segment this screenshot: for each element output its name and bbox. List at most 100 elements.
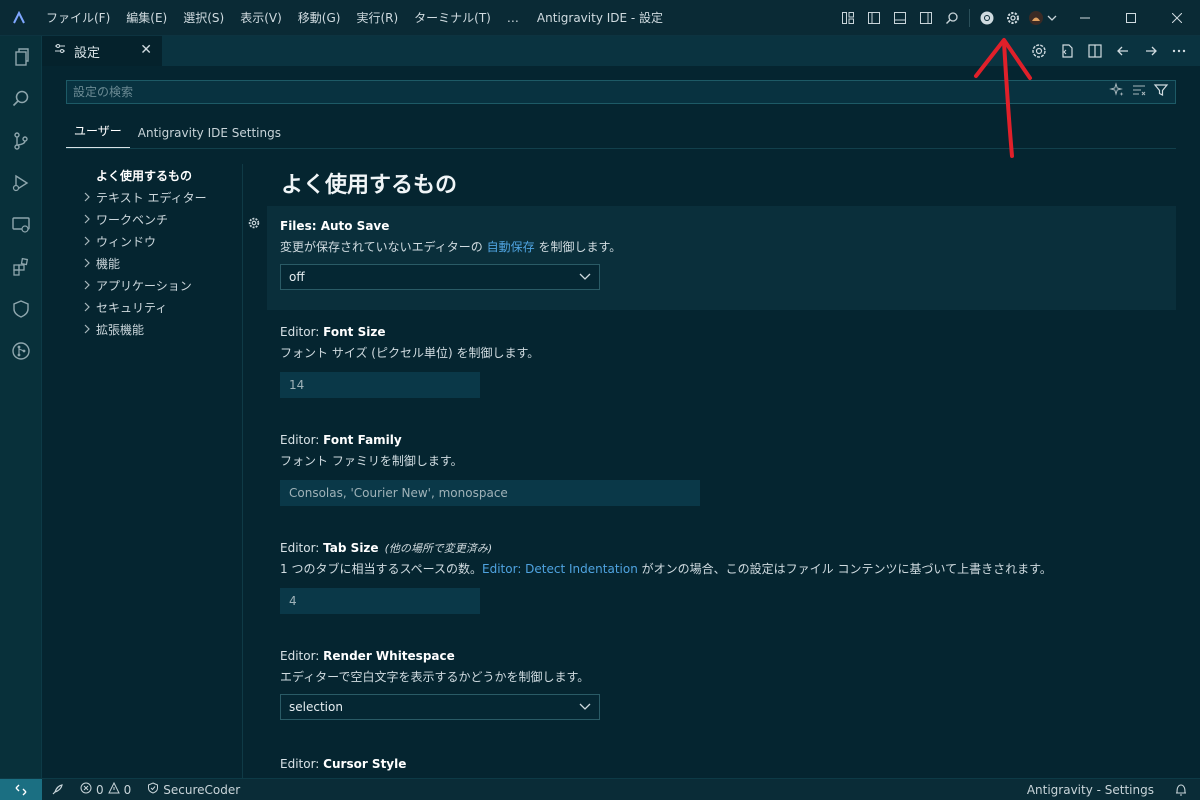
toc-item-label: セキュリティ bbox=[96, 300, 168, 315]
secure-coder-status[interactable]: SecureCoder bbox=[139, 779, 248, 800]
toc-item-label: ウィンドウ bbox=[96, 234, 157, 249]
remote-indicator[interactable] bbox=[0, 778, 42, 800]
close-window-button[interactable] bbox=[1154, 0, 1200, 36]
problems-indicator[interactable]: 0 0 bbox=[72, 779, 139, 800]
settings-scope-tabs: ユーザー Antigravity IDE Settings bbox=[66, 118, 289, 148]
arrow-left-icon[interactable] bbox=[1110, 36, 1136, 66]
run-debug-icon[interactable] bbox=[0, 162, 42, 204]
open-settings-json-icon[interactable] bbox=[1054, 36, 1080, 66]
files-icon[interactable] bbox=[0, 36, 42, 78]
extensions-icon[interactable] bbox=[0, 246, 42, 288]
section-title: よく使用するもの bbox=[281, 173, 458, 198]
chevron-down-icon bbox=[579, 270, 591, 284]
auto-save-link[interactable]: 自動保存 bbox=[487, 240, 535, 254]
search-icon[interactable] bbox=[939, 0, 965, 36]
auto-save-select[interactable]: off bbox=[280, 264, 600, 290]
chevron-right-icon bbox=[78, 302, 96, 312]
modified-elsewhere-label[interactable]: (他の場所で変更済み) bbox=[385, 542, 493, 555]
toc-item-window[interactable]: ウィンドウ bbox=[78, 230, 242, 252]
toggle-primary-sidebar-icon[interactable] bbox=[861, 0, 887, 36]
warning-icon bbox=[107, 781, 120, 797]
chevron-right-icon bbox=[78, 214, 96, 224]
tab-settings[interactable]: 設定 ✕ bbox=[42, 36, 162, 66]
menu-go[interactable]: 移動(G) bbox=[290, 0, 349, 36]
search-icon[interactable] bbox=[0, 78, 42, 120]
menu-edit[interactable]: 編集(E) bbox=[118, 0, 175, 36]
settings-search-input[interactable] bbox=[67, 81, 1109, 103]
more-actions-icon[interactable] bbox=[1166, 36, 1192, 66]
toc-item-label: テキスト エディター bbox=[96, 190, 207, 205]
sparkle-icon[interactable] bbox=[1109, 82, 1125, 102]
status-bar: 0 0 SecureCoder Antigravity - Settings bbox=[0, 778, 1200, 800]
font-family-input[interactable]: Consolas, 'Courier New', monospace bbox=[280, 480, 700, 506]
setting-title: Editor: Render Whitespace bbox=[280, 649, 455, 663]
clear-filter-icon[interactable] bbox=[1131, 82, 1147, 102]
arrow-right-icon[interactable] bbox=[1138, 36, 1164, 66]
maximize-button[interactable] bbox=[1108, 0, 1154, 36]
toc-item-features[interactable]: 機能 bbox=[78, 252, 242, 274]
setting-editor-font-size: Editor: Font Size フォント サイズ (ピクセル単位) を制御し… bbox=[267, 322, 1176, 422]
openai-icon[interactable] bbox=[1026, 36, 1052, 66]
account-icon[interactable] bbox=[1026, 0, 1062, 36]
font-size-input[interactable]: 14 bbox=[280, 372, 480, 398]
toggle-panel-icon[interactable] bbox=[887, 0, 913, 36]
menu-file[interactable]: ファイル(F) bbox=[38, 0, 118, 36]
activity-bar bbox=[0, 36, 42, 778]
shield-icon[interactable] bbox=[0, 288, 42, 330]
shield-check-icon bbox=[147, 782, 159, 797]
close-icon[interactable]: ✕ bbox=[140, 42, 152, 58]
app-logo-icon bbox=[0, 0, 38, 36]
menu-view[interactable]: 表示(V) bbox=[232, 0, 290, 36]
menu-terminal[interactable]: ターミナル(T) bbox=[406, 0, 499, 36]
remote-explorer-icon[interactable] bbox=[0, 204, 42, 246]
setting-title: Editor: Tab Size (他の場所で変更済み) bbox=[280, 541, 493, 555]
split-editor-icon[interactable] bbox=[1082, 36, 1108, 66]
menu-more[interactable]: … bbox=[499, 0, 527, 36]
toc-item-label: ワークベンチ bbox=[96, 212, 169, 227]
setting-description: フォント ファミリを制御します。 bbox=[280, 454, 463, 468]
filter-icon[interactable] bbox=[1153, 82, 1169, 102]
toggle-secondary-sidebar-icon[interactable] bbox=[913, 0, 939, 36]
chevron-right-icon bbox=[78, 236, 96, 246]
chevron-right-icon bbox=[78, 324, 96, 334]
toc-item-workbench[interactable]: ワークベンチ bbox=[78, 208, 242, 230]
setting-title: Files: Auto Save bbox=[280, 219, 390, 233]
chrome-icon[interactable] bbox=[974, 0, 1000, 36]
title-bar: ファイル(F) 編集(E) 選択(S) 表示(V) 移動(G) 実行(R) ター… bbox=[0, 0, 1200, 36]
editor-tab-strip: 設定 ✕ bbox=[42, 36, 1200, 66]
customize-layout-icon[interactable] bbox=[835, 0, 861, 36]
setting-description: 1 つのタブに相当するスペースの数。Editor: Detect Indenta… bbox=[280, 562, 1052, 576]
tab-user-settings[interactable]: ユーザー bbox=[66, 122, 130, 148]
tab-workspace-settings[interactable]: Antigravity IDE Settings bbox=[130, 126, 289, 148]
toc-item-commonly-used[interactable]: よく使用するもの bbox=[78, 164, 242, 186]
rocket-icon[interactable] bbox=[42, 779, 72, 800]
toc-item-application[interactable]: アプリケーション bbox=[78, 274, 242, 296]
setting-description: エディターで空白文字を表示するかどうかを制御します。 bbox=[280, 670, 590, 684]
toc-item-security[interactable]: セキュリティ bbox=[78, 296, 242, 318]
settings-toc: よく使用するもの テキスト エディター ワークベンチ ウィンドウ 機能 アプリケ… bbox=[78, 164, 242, 340]
toc-item-label: 拡張機能 bbox=[96, 322, 145, 337]
chevron-right-icon bbox=[78, 192, 96, 202]
setting-editor-render-whitespace: Editor: Render Whitespace エディターで空白文字を表示す… bbox=[267, 646, 1176, 746]
git-graph-icon[interactable] bbox=[0, 330, 42, 372]
tab-size-input[interactable]: 4 bbox=[280, 588, 480, 614]
toc-item-extensions[interactable]: 拡張機能 bbox=[78, 318, 242, 340]
chevron-right-icon bbox=[78, 280, 96, 290]
divider bbox=[242, 164, 243, 778]
menu-bar: ファイル(F) 編集(E) 選択(S) 表示(V) 移動(G) 実行(R) ター… bbox=[38, 0, 527, 36]
notifications-bell-icon[interactable] bbox=[1162, 779, 1200, 800]
source-control-icon[interactable] bbox=[0, 120, 42, 162]
error-count: 0 bbox=[96, 782, 104, 797]
secure-coder-label: SecureCoder bbox=[163, 782, 241, 797]
toc-item-text-editor[interactable]: テキスト エディター bbox=[78, 186, 242, 208]
menu-selection[interactable]: 選択(S) bbox=[175, 0, 232, 36]
detect-indentation-link[interactable]: Editor: Detect Indentation bbox=[482, 562, 638, 576]
chevron-down-icon bbox=[579, 700, 591, 714]
setting-gear-icon[interactable] bbox=[247, 216, 261, 234]
toc-item-label: アプリケーション bbox=[96, 278, 192, 293]
gear-icon[interactable] bbox=[1000, 0, 1026, 36]
render-whitespace-select[interactable]: selection bbox=[280, 694, 600, 720]
minimize-button[interactable] bbox=[1062, 0, 1108, 36]
menu-run[interactable]: 実行(R) bbox=[348, 0, 406, 36]
status-right-label[interactable]: Antigravity - Settings bbox=[1019, 779, 1162, 800]
